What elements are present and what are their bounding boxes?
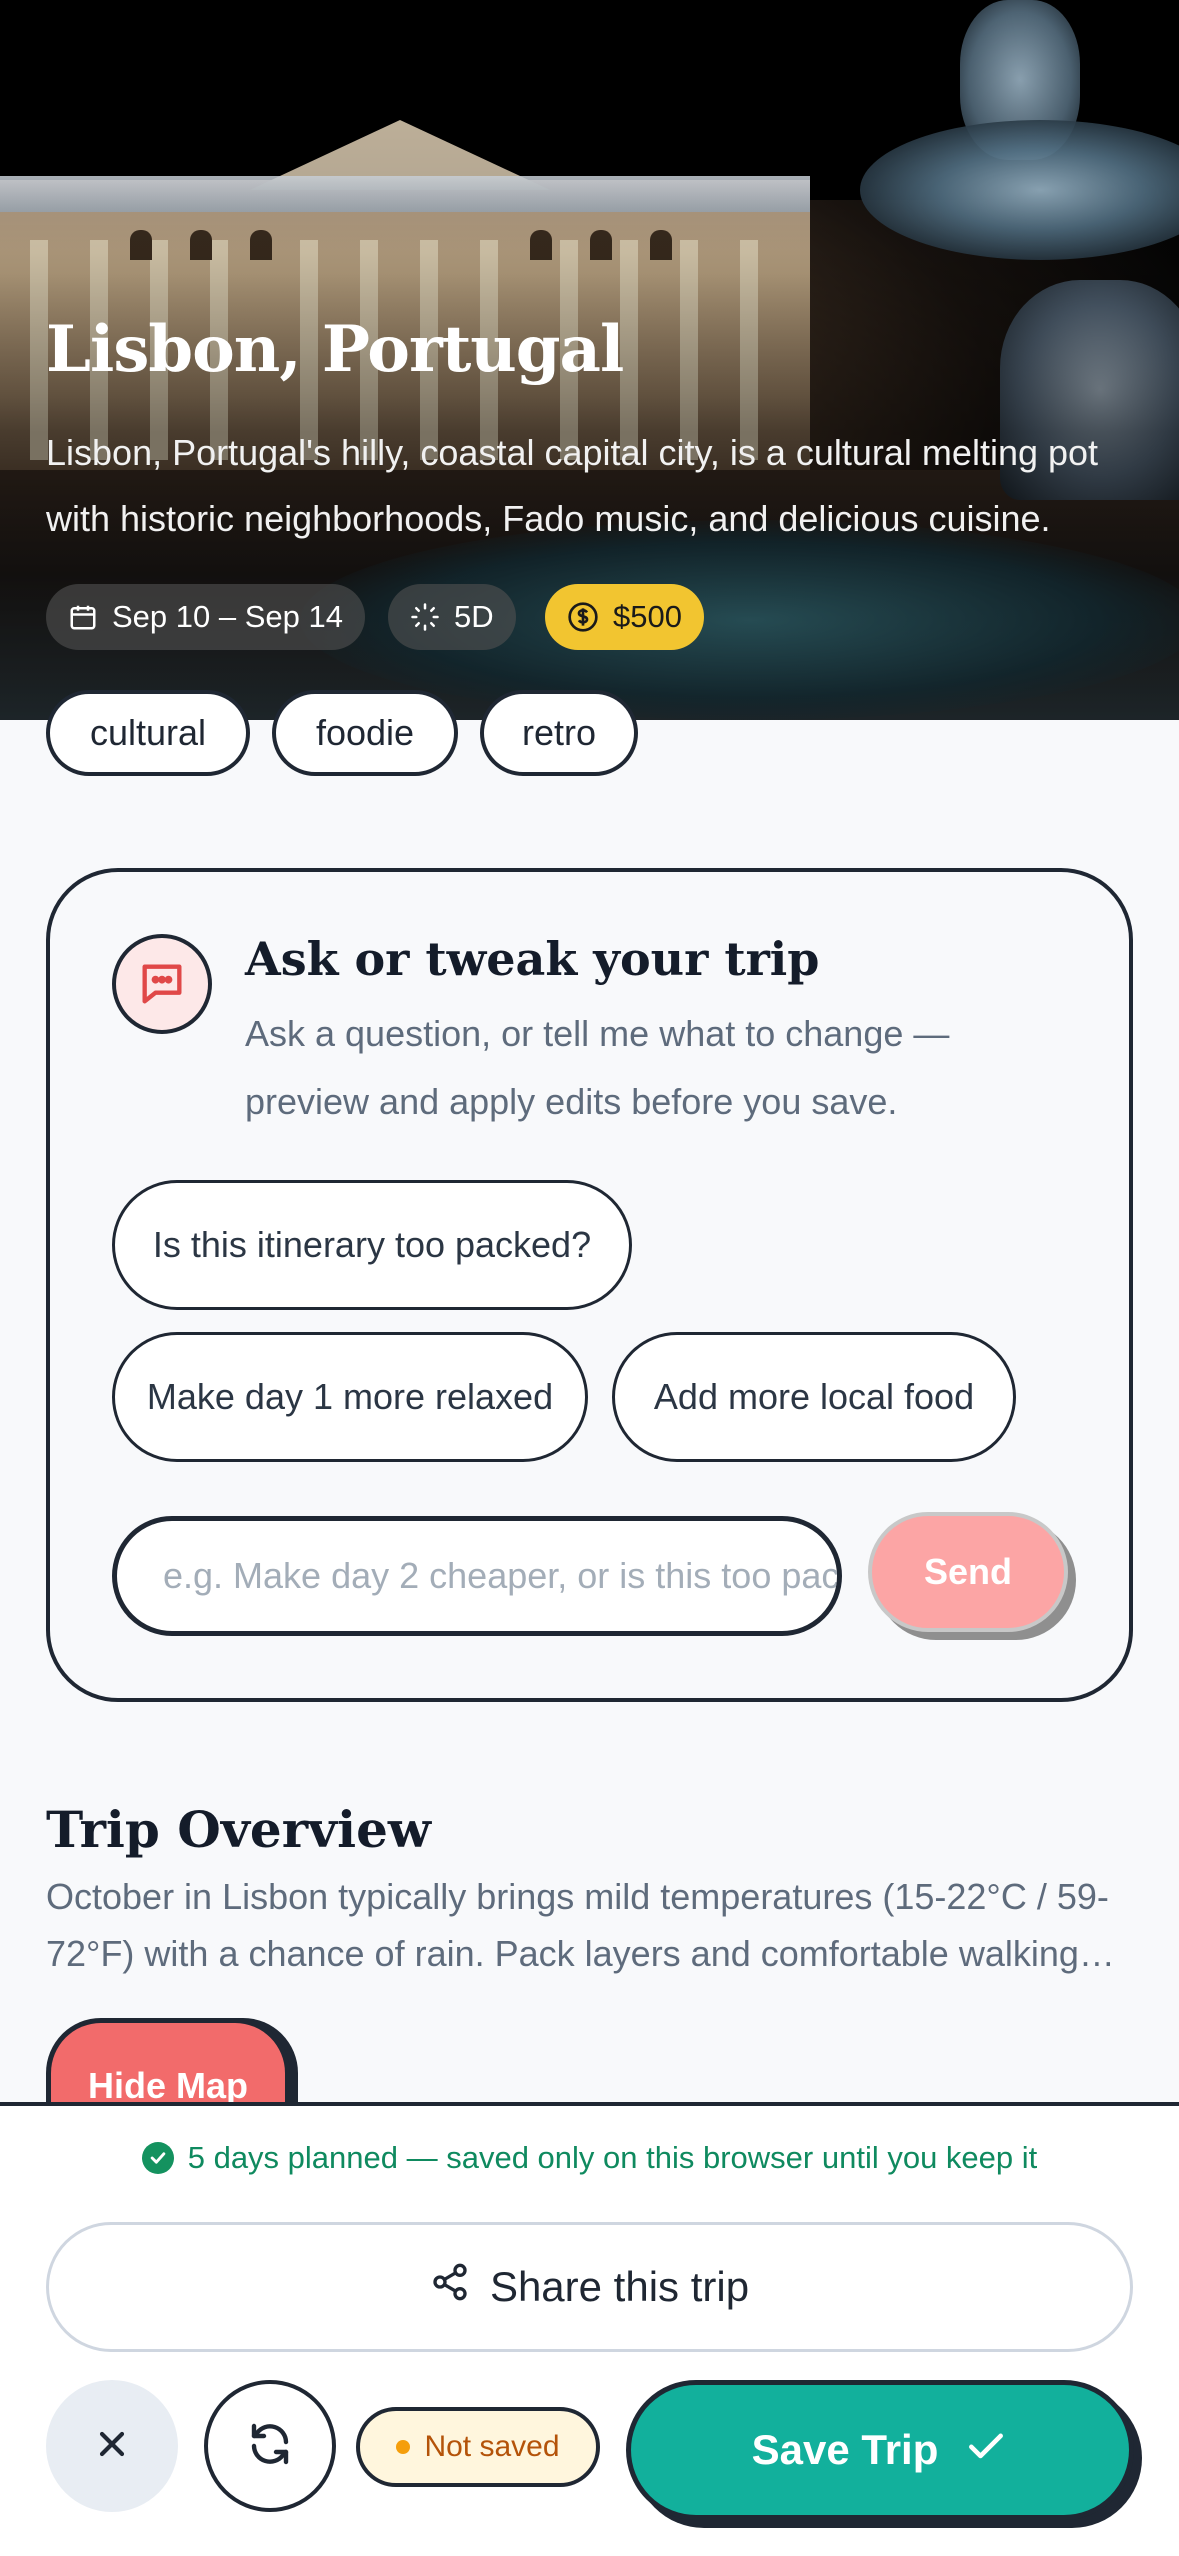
share-trip-label: Share this trip — [489, 2263, 750, 2310]
dollar-coin-icon — [567, 601, 599, 633]
trip-title: Lisbon, Portugal — [46, 312, 624, 387]
overview-text: October in Lisbon typically brings mild … — [46, 1876, 1109, 1974]
regenerate-button[interactable] — [204, 2380, 336, 2512]
check-icon — [964, 2423, 1008, 2477]
tag-foodie[interactable]: foodie — [272, 690, 458, 776]
close-button[interactable] — [46, 2380, 178, 2512]
budget-chip: $500 — [545, 584, 704, 650]
check-circle-icon — [141, 2142, 174, 2174]
share-icon — [430, 2262, 470, 2312]
suggestion-relax-day-1[interactable]: Make day 1 more relaxed — [112, 1332, 588, 1462]
save-status-text: 5 days planned — saved only on this brow… — [187, 2140, 1038, 2175]
trip-description: Lisbon, Portugal's hilly, coastal capita… — [46, 432, 1099, 539]
share-trip-button[interactable]: Share this trip — [46, 2222, 1133, 2352]
budget-label: $500 — [613, 599, 682, 634]
send-button[interactable]: Send — [868, 1512, 1068, 1632]
ask-input[interactable]: e.g. Make day 2 cheaper, or is this too … — [112, 1516, 842, 1636]
loader-icon — [410, 602, 440, 632]
status-dot-icon — [396, 2440, 411, 2454]
suggestion-local-food[interactable]: Add more local food — [612, 1332, 1016, 1462]
dates-chip: Sep 10 – Sep 14 — [46, 584, 365, 650]
ask-trip-card: Ask or tweak your trip Ask a question, o… — [46, 868, 1133, 1702]
ask-card-title: Ask or tweak your trip — [245, 932, 820, 986]
not-saved-label: Not saved — [424, 2430, 560, 2463]
save-trip-button[interactable]: Save Trip — [626, 2380, 1134, 2520]
close-icon — [92, 2424, 132, 2469]
save-status: 5 days planned — saved only on this brow… — [0, 2140, 1179, 2176]
chat-bubble-icon — [112, 934, 212, 1034]
dates-label: Sep 10 – Sep 14 — [112, 599, 343, 634]
not-saved-badge: Not saved — [356, 2407, 600, 2487]
overview-title: Trip Overview — [46, 1800, 431, 1859]
hero-image: Lisbon, Portugal Lisbon, Portugal's hill… — [0, 0, 1179, 720]
ask-card-subtitle: Ask a question, or tell me what to chang… — [245, 1013, 950, 1122]
refresh-icon — [246, 2420, 294, 2473]
tag-cultural[interactable]: cultural — [46, 690, 250, 776]
tag-retro[interactable]: retro — [480, 690, 638, 776]
save-trip-label: Save Trip — [751, 2426, 939, 2473]
duration-label: 5D — [454, 599, 494, 634]
calendar-icon — [68, 602, 98, 632]
suggestion-too-packed[interactable]: Is this itinerary too packed? — [112, 1180, 632, 1310]
duration-chip: 5D — [388, 584, 516, 650]
